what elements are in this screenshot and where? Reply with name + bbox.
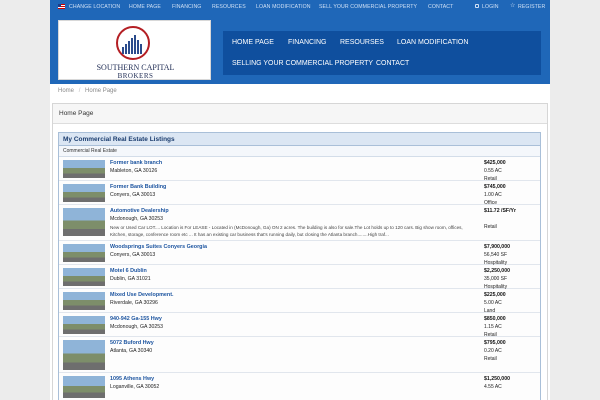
nav-financing[interactable]: FINANCING xyxy=(288,39,327,46)
listing-location: Conyers, GA 30013 xyxy=(110,192,156,198)
listing-size: 1.15 AC xyxy=(484,324,502,330)
breadcrumb-separator: / xyxy=(78,88,81,94)
listing-thumbnail[interactable] xyxy=(63,184,105,202)
listing-size: 5.00 AC xyxy=(484,300,502,306)
listing-location: Atlanta, GA 30340 xyxy=(110,348,153,354)
listing-size: 0.20 AC xyxy=(484,348,502,354)
page: CHANGE LOCATION HOME PAGE FINANCING RESO… xyxy=(50,0,550,400)
listing-row[interactable]: Mixed Use Development. Riverdale, GA 302… xyxy=(59,289,540,314)
top-link-financing[interactable]: FINANCING xyxy=(172,4,201,10)
listing-price: $795,000 xyxy=(484,340,506,346)
change-location-link[interactable]: CHANGE LOCATION xyxy=(69,4,120,10)
listing-size: 0.55 AC xyxy=(484,168,502,174)
top-bar: CHANGE LOCATION HOME PAGE FINANCING RESO… xyxy=(50,0,550,14)
top-link-sell-property[interactable]: SELL YOUR COMMERCIAL PROPERTY xyxy=(319,4,417,10)
breadcrumb: Home / Home Page xyxy=(58,88,120,94)
listing-row[interactable]: 1095 Athens Hwy Loganville, GA 30052 $1,… xyxy=(59,373,540,400)
top-link-resources[interactable]: RESOURCES xyxy=(212,4,246,10)
listing-title[interactable]: Former bank branch xyxy=(110,160,162,166)
top-link-contact[interactable]: CONTACT xyxy=(428,4,453,10)
header: SOUTHERN CAPITAL BROKERS HOME PAGE FINAN… xyxy=(50,14,550,84)
listings-title: My Commercial Real Estate Listings xyxy=(59,133,540,146)
login-link[interactable]: LOGIN xyxy=(482,4,499,10)
listing-price: $225,000 xyxy=(484,292,506,298)
logo-text-line2: BROKERS xyxy=(117,72,154,80)
us-flag-icon xyxy=(58,4,65,9)
listing-size: 56,540 SF xyxy=(484,252,508,258)
top-link-loan-modification[interactable]: LOAN MODIFICATION xyxy=(256,4,311,10)
listing-thumbnail[interactable] xyxy=(63,292,105,310)
listing-thumbnail[interactable] xyxy=(63,160,105,178)
nav-contact[interactable]: CONTACT xyxy=(376,60,409,67)
listing-location: Loganville, GA 30052 xyxy=(110,384,160,390)
listing-location: Mableton, GA 30126 xyxy=(110,168,158,174)
star-icon: ☆ xyxy=(510,3,516,9)
listing-thumbnail[interactable] xyxy=(63,340,105,370)
main-nav: HOME PAGE FINANCING RESOURSES LOAN MODIF… xyxy=(223,31,541,75)
listings-widget: My Commercial Real Estate Listings Comme… xyxy=(58,132,541,400)
listing-size: 4.55 AC xyxy=(484,384,502,390)
listing-price: $7,900,000 xyxy=(484,244,510,250)
listing-row[interactable]: Former Bank Building Conyers, GA 30013 $… xyxy=(59,181,540,206)
listing-row[interactable]: Woodsprings Suites Conyers Georgia Conye… xyxy=(59,241,540,266)
listing-price: $11.72 /SF/Yr xyxy=(484,208,517,214)
site-logo[interactable]: SOUTHERN CAPITAL BROKERS xyxy=(58,20,211,80)
listing-location: Mcdonough, GA 30253 xyxy=(110,216,164,222)
listing-title[interactable]: Motel 6 Dublin xyxy=(110,268,147,274)
listing-thumbnail[interactable] xyxy=(63,316,105,334)
logo-bars-icon xyxy=(122,34,144,54)
nav-resources[interactable]: RESOURSES xyxy=(340,39,384,46)
listing-thumbnail[interactable] xyxy=(63,268,105,286)
panel-title: Home Page xyxy=(53,104,547,124)
listing-title[interactable]: Mixed Use Development. xyxy=(110,292,174,298)
nav-home[interactable]: HOME PAGE xyxy=(232,39,274,46)
listing-description: New or Used Car LOT.... Location is For … xyxy=(110,225,463,237)
listing-thumbnail[interactable] xyxy=(63,244,105,262)
listing-size: 1.00 AC xyxy=(484,192,502,198)
listing-location: Dublin, GA 31021 xyxy=(110,276,151,282)
content-panel: Home Page My Commercial Real Estate List… xyxy=(52,103,548,400)
lock-icon xyxy=(475,4,479,8)
listing-thumbnail[interactable] xyxy=(63,208,105,236)
listing-row[interactable]: Former bank branch Mableton, GA 30126 $4… xyxy=(59,157,540,182)
listing-type: Retail xyxy=(484,356,497,362)
listing-price: $745,000 xyxy=(484,184,506,190)
listing-thumbnail[interactable] xyxy=(63,376,105,398)
listing-price: $2,250,000 xyxy=(484,268,510,274)
listing-title[interactable]: 940-942 Ga-155 Hwy xyxy=(110,316,162,322)
listing-title[interactable]: Woodsprings Suites Conyers Georgia xyxy=(110,244,207,250)
listing-price: $425,000 xyxy=(484,160,506,166)
listing-row[interactable]: Automotive Dealership Mcdonough, GA 3025… xyxy=(59,205,540,241)
breadcrumb-current: Home Page xyxy=(85,88,117,94)
listing-location: Conyers, GA 30013 xyxy=(110,252,156,258)
listing-price: $850,000 xyxy=(484,316,506,322)
listing-row[interactable]: 940-942 Ga-155 Hwy Mcdonough, GA 30253 $… xyxy=(59,313,540,338)
top-link-home[interactable]: HOME PAGE xyxy=(129,4,161,10)
logo-text-line1: SOUTHERN CAPITAL xyxy=(96,63,175,72)
listing-type: Retail xyxy=(484,224,497,230)
listing-row[interactable]: 5072 Buford Hwy Atlanta, GA 30340 $795,0… xyxy=(59,337,540,373)
listing-title[interactable]: Automotive Dealership xyxy=(110,208,169,214)
listing-location: Riverdale, GA 30296 xyxy=(110,300,158,306)
nav-sell-property[interactable]: SELLING YOUR COMMERCIAL PROPERTY xyxy=(232,60,373,67)
listing-location: Mcdonough, GA 30253 xyxy=(110,324,164,330)
listing-row[interactable]: Motel 6 Dublin Dublin, GA 31021 $2,250,0… xyxy=(59,265,540,290)
listing-size: 35,000 SF xyxy=(484,276,508,282)
listings-subtitle: Commercial Real Estate xyxy=(59,146,540,157)
listing-title[interactable]: 5072 Buford Hwy xyxy=(110,340,154,346)
breadcrumb-home[interactable]: Home xyxy=(58,88,74,94)
listing-title[interactable]: Former Bank Building xyxy=(110,184,166,190)
listing-title[interactable]: 1095 Athens Hwy xyxy=(110,376,154,382)
register-link[interactable]: REGISTER xyxy=(518,4,545,10)
listing-price: $1,250,000 xyxy=(484,376,510,382)
nav-loan-modification[interactable]: LOAN MODIFICATION xyxy=(397,39,468,46)
